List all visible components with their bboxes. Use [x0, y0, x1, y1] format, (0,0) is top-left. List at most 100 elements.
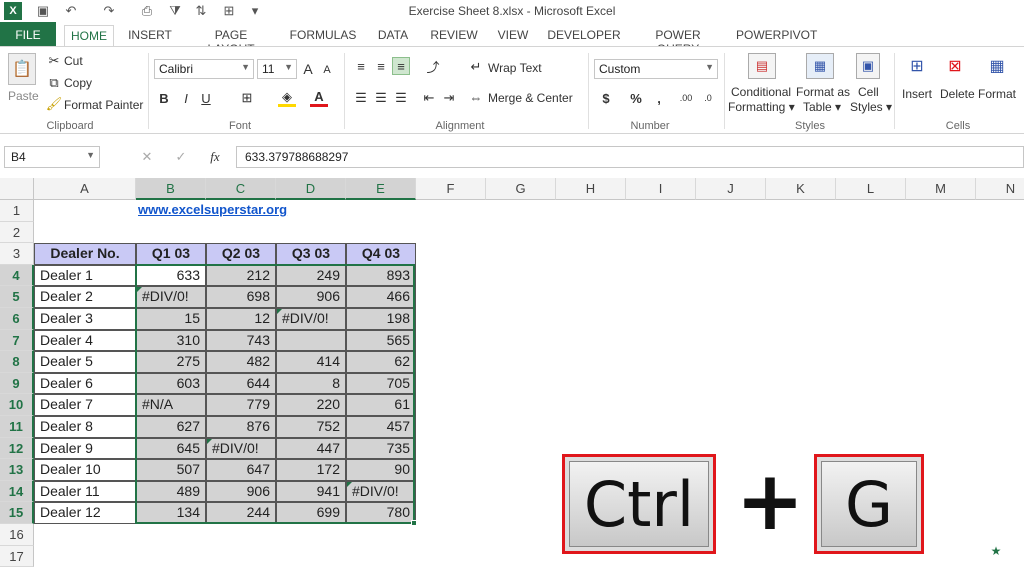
dealer-name-cell[interactable]: Dealer 4 [34, 329, 136, 352]
dealer-name-cell[interactable]: Dealer 12 [34, 502, 136, 524]
dealer-name-cell[interactable]: Dealer 9 [34, 437, 136, 460]
cut-button[interactable]: Cut [64, 54, 83, 68]
tab-developer[interactable]: DEVELOPER [546, 25, 622, 46]
quarter-value-cell[interactable]: 735 [346, 437, 416, 460]
row-header-2[interactable]: 2 [0, 221, 34, 244]
tab-review[interactable]: REVIEW [428, 25, 480, 46]
quarter-value-cell[interactable]: 698 [206, 286, 276, 308]
insert-function-icon[interactable]: fx [206, 148, 224, 166]
quarter-value-cell[interactable]: 447 [276, 437, 346, 460]
table-header-cell[interactable]: Q4 03 [346, 243, 416, 265]
borders-icon[interactable]: ⊞ [238, 89, 256, 107]
website-link[interactable]: www.excelsuperstar.org [138, 202, 287, 217]
top-align-icon[interactable]: ≡ [352, 57, 370, 75]
paste-icon[interactable]: 📋 [8, 53, 36, 85]
align-right-icon[interactable]: ☰ [392, 89, 410, 107]
increase-decimal-icon[interactable]: .00 [676, 89, 696, 107]
quarter-value-cell[interactable]: 134 [136, 502, 206, 524]
font-size-select[interactable]: 11 ▼ [257, 59, 297, 79]
dealer-name-cell[interactable]: Dealer 2 [34, 286, 136, 308]
dealer-name-cell[interactable]: Dealer 5 [34, 351, 136, 373]
tab-powerpivot[interactable]: POWERPIVOT [736, 25, 817, 46]
row-header-9[interactable]: 9 [0, 372, 34, 395]
quarter-value-cell[interactable]: 876 [206, 416, 276, 438]
column-header-e[interactable]: E [346, 178, 416, 200]
quarter-value-cell[interactable]: #DIV/0! [276, 308, 346, 330]
decrease-decimal-icon[interactable]: .0 [698, 89, 718, 107]
format-cells-button[interactable]: Format [978, 87, 1016, 101]
quarter-value-cell[interactable]: 633 [136, 264, 206, 287]
dealer-name-cell[interactable]: Dealer 1 [34, 264, 136, 287]
quarter-value-cell[interactable]: 507 [136, 459, 206, 481]
quarter-value-cell[interactable]: 906 [206, 480, 276, 503]
quarter-value-cell[interactable]: #DIV/0! [136, 286, 206, 308]
quarter-value-cell[interactable] [276, 329, 346, 352]
format-as-table-button[interactable]: Table ▾ [803, 100, 841, 114]
quarter-value-cell[interactable]: 62 [346, 351, 416, 373]
tab-insert[interactable]: INSERT [124, 25, 176, 46]
column-header-a[interactable]: A [34, 178, 136, 200]
column-header-d[interactable]: D [276, 178, 346, 200]
column-header-f[interactable]: F [416, 178, 486, 200]
dealer-name-cell[interactable]: Dealer 11 [34, 480, 136, 503]
quarter-value-cell[interactable]: 310 [136, 329, 206, 352]
quarter-value-cell[interactable]: 482 [206, 351, 276, 373]
enter-icon[interactable]: ✓ [172, 148, 190, 166]
quarter-value-cell[interactable]: 699 [276, 502, 346, 524]
dealer-name-cell[interactable]: Dealer 8 [34, 416, 136, 438]
tab-home[interactable]: HOME [64, 25, 114, 46]
column-header-i[interactable]: I [626, 178, 696, 200]
quarter-value-cell[interactable]: #DIV/0! [346, 480, 416, 503]
column-header-j[interactable]: J [696, 178, 766, 200]
row-header-3[interactable]: 3 [0, 243, 34, 265]
table-header-cell[interactable]: Q1 03 [136, 243, 206, 265]
delete-cells-button[interactable]: Delete [940, 87, 975, 101]
row-header-11[interactable]: 11 [0, 416, 34, 438]
quarter-value-cell[interactable]: #DIV/0! [206, 437, 276, 460]
quarter-value-cell[interactable]: 603 [136, 372, 206, 395]
quarter-value-cell[interactable]: 457 [346, 416, 416, 438]
quarter-value-cell[interactable]: 941 [276, 480, 346, 503]
decrease-indent-icon[interactable]: ⇤ [420, 89, 438, 107]
row-header-13[interactable]: 13 [0, 459, 34, 481]
row-header-12[interactable]: 12 [0, 437, 34, 460]
format-painter-button[interactable]: Format Painter [64, 98, 143, 112]
bold-button[interactable]: B [156, 89, 172, 107]
quarter-value-cell[interactable]: 627 [136, 416, 206, 438]
percent-button[interactable]: % [628, 89, 644, 107]
quarter-value-cell[interactable]: 12 [206, 308, 276, 330]
italic-button[interactable]: I [178, 89, 194, 107]
row-header-16[interactable]: 16 [0, 524, 34, 546]
shrink-font-button[interactable]: A [320, 61, 334, 79]
tab-view[interactable]: VIEW [494, 25, 532, 46]
quarter-value-cell[interactable]: 466 [346, 286, 416, 308]
fill-color-icon[interactable]: ◈ [278, 89, 296, 107]
quarter-value-cell[interactable]: 15 [136, 308, 206, 330]
quarter-value-cell[interactable]: 244 [206, 502, 276, 524]
orientation-icon[interactable]: ⤴ [422, 57, 444, 75]
quarter-value-cell[interactable]: 249 [276, 264, 346, 287]
tab-data[interactable]: DATA [372, 25, 414, 46]
row-header-14[interactable]: 14 [0, 480, 34, 503]
format-as-table-label[interactable]: Format as [796, 85, 850, 99]
quarter-value-cell[interactable]: 275 [136, 351, 206, 373]
fill-handle[interactable] [411, 520, 417, 526]
quarter-value-cell[interactable]: 8 [276, 372, 346, 395]
quarter-value-cell[interactable]: 906 [276, 286, 346, 308]
quarter-value-cell[interactable]: #N/A [136, 394, 206, 416]
quarter-value-cell[interactable]: 414 [276, 351, 346, 373]
quarter-value-cell[interactable]: 61 [346, 394, 416, 416]
column-header-h[interactable]: H [556, 178, 626, 200]
table-header-cell[interactable]: Dealer No. [34, 243, 136, 265]
quarter-value-cell[interactable]: 645 [136, 437, 206, 460]
row-header-5[interactable]: 5 [0, 286, 34, 308]
insert-cells-button[interactable]: Insert [902, 87, 932, 101]
dealer-name-cell[interactable]: Dealer 10 [34, 459, 136, 481]
bottom-align-icon[interactable]: ≡ [392, 57, 410, 75]
table-header-cell[interactable]: Q3 03 [276, 243, 346, 265]
row-header-8[interactable]: 8 [0, 351, 34, 373]
font-name-select[interactable]: Calibri ▼ [154, 59, 254, 79]
tab-page-layout[interactable]: PAGE LAYOUT [190, 25, 272, 56]
cell-styles-label[interactable]: Cell [858, 85, 879, 99]
align-left-icon[interactable]: ☰ [352, 89, 370, 107]
